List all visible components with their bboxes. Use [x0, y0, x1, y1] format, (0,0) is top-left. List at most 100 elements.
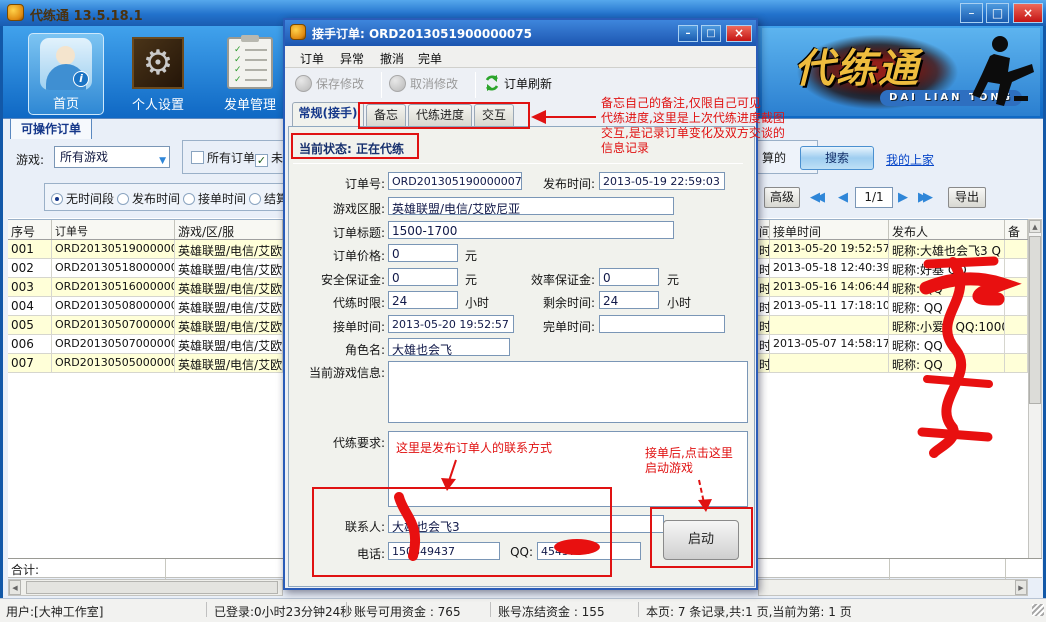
page-number-box[interactable]: 1/1	[855, 187, 893, 208]
dialog-close-icon[interactable]: ×	[726, 25, 752, 42]
table-row[interactable]: 003ORD2013051600000008英雄联盟/电信/艾欧尼	[8, 278, 283, 297]
table-row[interactable]: 时昵称: QQ	[757, 354, 1028, 373]
cancel-changes-button[interactable]: 取消修改	[389, 75, 458, 92]
scroll-right-icon[interactable]: ▶	[1015, 580, 1027, 595]
checkbox-all-orders[interactable]: 所有订单	[191, 149, 255, 166]
dialog-maximize-icon[interactable]: □	[701, 25, 721, 42]
server-label: 游戏区服:	[295, 200, 385, 217]
search-button[interactable]: 搜索	[800, 146, 874, 170]
table-row[interactable]: 时2013-05-18 12:40:39昵称:好基 QQ	[757, 259, 1028, 278]
tab-general[interactable]: 常规(接手)	[292, 102, 364, 126]
nav-orders-button[interactable]: ✓ ✓ ✓ ✓ 发单管理	[212, 33, 288, 115]
info-badge-icon: i	[73, 71, 89, 87]
checkbox-checked-icon: ✓	[255, 154, 268, 167]
remain-time-field[interactable]: 24	[599, 291, 659, 309]
horizontal-scrollbar-right[interactable]: ▶	[758, 579, 1028, 596]
table-row[interactable]: 005ORD2013050700000028英雄联盟/电信/艾欧尼	[8, 316, 283, 335]
order-title-field[interactable]: 1500-1700	[388, 221, 674, 239]
accept-time-label: 接单时间:	[295, 318, 385, 335]
server-field[interactable]: 英雄联盟/电信/艾欧尼亚	[388, 197, 674, 215]
table-row[interactable]: 时2013-05-07 14:58:17昵称: QQ	[757, 335, 1028, 354]
save-icon	[295, 75, 312, 92]
requirement-label: 代练要求:	[295, 434, 385, 451]
save-changes-button[interactable]: 保存修改	[295, 75, 364, 92]
eff-deposit-field[interactable]: 0	[599, 268, 659, 286]
table-row[interactable]: 时2013-05-16 14:06:44昵称: QQ	[757, 278, 1028, 297]
time-limit-label: 代练时限:	[295, 294, 385, 311]
table-row[interactable]: 004ORD2013050800000008英雄联盟/电信/艾欧尼	[8, 297, 283, 316]
yuan-unit: 元	[465, 247, 477, 264]
radio-accept-time[interactable]: 接单时间	[183, 190, 246, 207]
table-row[interactable]: 006ORD2013050700000007英雄联盟/电信/艾欧尼	[8, 335, 283, 354]
menu-exception[interactable]: 异常	[340, 50, 364, 67]
finish-time-field[interactable]	[599, 315, 725, 333]
scrollbar-thumb[interactable]	[26, 581, 278, 594]
table-row[interactable]: 007ORD2013050500000018英雄联盟/电信/艾欧尼	[8, 354, 283, 373]
tab-operable-orders[interactable]: 可操作订单	[10, 118, 92, 139]
radio-icon	[183, 193, 195, 205]
tab-interaction[interactable]: 交互	[474, 104, 514, 126]
table-header: 序号 订单号 游戏/区/服	[8, 219, 283, 240]
publish-time-field[interactable]: 2013-05-19 22:59:03	[599, 172, 725, 190]
phone-field[interactable]: 150849437	[388, 542, 500, 560]
table-row[interactable]: 时2013-05-20 19:52:57昵称:大雄也会飞3 Q	[757, 240, 1028, 259]
dialog-minimize-icon[interactable]: –	[678, 25, 698, 42]
radio-no-time[interactable]: 无时间段	[51, 190, 114, 207]
time-limit-field[interactable]: 24	[388, 291, 458, 309]
order-no-label: 订单号:	[295, 175, 385, 192]
refresh-order-button[interactable]: 订单刷新	[483, 74, 552, 92]
scrollbar-thumb[interactable]	[1029, 236, 1041, 404]
role-name-field[interactable]: 大雄也会飞	[388, 338, 510, 356]
export-button[interactable]: 导出	[948, 187, 986, 208]
table-row[interactable]: 002ORD2013051800000001英雄联盟/电信/艾欧尼	[8, 259, 283, 278]
game-info-textarea[interactable]	[388, 361, 748, 423]
price-label: 订单价格:	[295, 247, 385, 264]
dialog-menubar: 订单 异常 撤消 完单	[285, 46, 756, 68]
menu-complete[interactable]: 完单	[418, 50, 442, 67]
yuan-unit: 元	[465, 271, 477, 288]
page-first-icon[interactable]: ◀◀	[810, 190, 820, 205]
app-icon	[7, 4, 24, 21]
kungfu-silhouette-icon	[954, 34, 1036, 114]
vertical-scrollbar[interactable]: ▲ ▼	[1028, 219, 1042, 578]
menu-revoke[interactable]: 撤消	[380, 50, 404, 67]
page-next-icon[interactable]: ▶	[898, 190, 908, 205]
table-row[interactable]: 时2013-05-11 17:18:10昵称: QQ	[757, 297, 1028, 316]
game-filter-select[interactable]: 所有游戏 ▼	[54, 146, 170, 168]
tab-memo[interactable]: 备忘	[366, 104, 406, 126]
menu-order[interactable]: 订单	[300, 50, 324, 67]
price-field[interactable]: 0	[388, 244, 458, 262]
page-last-icon[interactable]: ▶▶	[918, 190, 928, 205]
scroll-up-icon[interactable]: ▲	[1029, 220, 1041, 233]
resize-grip[interactable]	[1032, 604, 1044, 616]
radio-selected-icon	[51, 193, 63, 205]
maximize-icon[interactable]: □	[986, 3, 1009, 23]
window-title: 代练通 13.5.18.1	[30, 5, 143, 24]
radio-publish-time[interactable]: 发布时间	[117, 190, 180, 207]
safe-deposit-field[interactable]: 0	[388, 268, 458, 286]
nav-home-label: 首页	[29, 93, 103, 112]
scroll-left-icon[interactable]: ◀	[9, 580, 21, 595]
order-title-label: 订单标题:	[295, 224, 385, 241]
order-no-field[interactable]: ORD2013051900000075	[388, 172, 522, 190]
nav-home-button[interactable]: i 首页	[28, 33, 104, 115]
page-prev-icon[interactable]: ◀	[838, 190, 848, 205]
remain-time-label: 剩余时间:	[515, 294, 595, 311]
accept-time-field[interactable]: 2013-05-20 19:52:57	[388, 315, 514, 333]
horizontal-scrollbar-left[interactable]: ◀	[8, 579, 283, 596]
table-row[interactable]: 时昵称:小爱1 QQ:1000	[757, 316, 1028, 335]
table-row[interactable]: 001ORD2013051900000075英雄联盟/电信/艾欧尼	[8, 240, 283, 259]
refresh-icon	[483, 74, 501, 92]
contact-field[interactable]: 大雄也会飞3	[388, 515, 664, 533]
qq-field[interactable]: 454573	[537, 542, 641, 560]
requirement-textarea[interactable]	[388, 431, 748, 507]
advanced-button[interactable]: 高级	[764, 187, 800, 208]
orders-table-right: 间 接单时间 发布人 备 时2013-05-20 19:52:57昵称:大雄也会…	[757, 219, 1028, 373]
divider	[293, 163, 743, 164]
close-icon[interactable]: ×	[1013, 3, 1043, 23]
minimize-icon[interactable]: –	[960, 3, 983, 23]
nav-settings-button[interactable]: ⚙ 个人设置	[120, 33, 196, 115]
my-upline-link[interactable]: 我的上家	[886, 151, 934, 168]
tab-progress[interactable]: 代练进度	[408, 104, 472, 126]
launch-game-button[interactable]: 启动	[663, 520, 739, 560]
